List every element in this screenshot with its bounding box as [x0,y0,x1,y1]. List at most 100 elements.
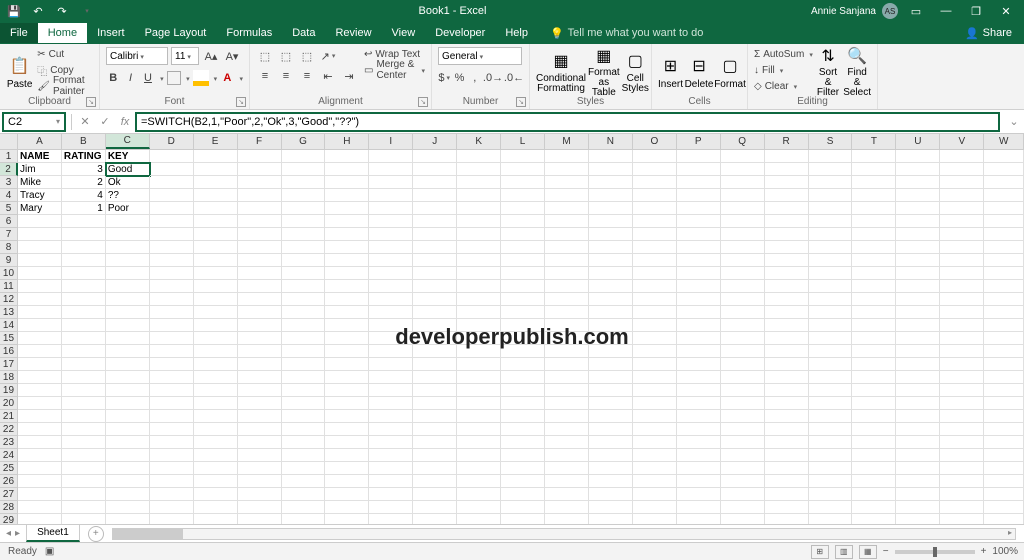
cell-F18[interactable] [238,371,282,384]
column-header-V[interactable]: V [940,134,984,149]
cell-Q3[interactable] [721,176,765,189]
cell-G17[interactable] [282,358,326,371]
increase-font-icon[interactable]: A▴ [202,47,220,65]
cell-T7[interactable] [852,228,896,241]
cell-U15[interactable] [896,332,940,345]
decrease-indent-icon[interactable]: ⇤ [319,67,337,85]
cell-R5[interactable] [765,202,809,215]
cell-I8[interactable] [369,241,413,254]
cell-M7[interactable] [545,228,589,241]
cell-E26[interactable] [194,475,238,488]
row-header-9[interactable]: 9 [0,254,18,267]
cell-L26[interactable] [501,475,545,488]
cell-W9[interactable] [984,254,1024,267]
cell-S8[interactable] [809,241,853,254]
cell-H29[interactable] [325,514,369,524]
cell-G25[interactable] [282,462,326,475]
cell-B14[interactable] [62,319,106,332]
cell-V28[interactable] [940,501,984,514]
cell-U26[interactable] [896,475,940,488]
cell-L1[interactable] [501,150,545,163]
cell-N10[interactable] [589,267,633,280]
cell-J20[interactable] [413,397,457,410]
column-header-U[interactable]: U [896,134,940,149]
tab-view[interactable]: View [382,23,426,43]
underline-dropdown-icon[interactable] [158,72,164,84]
cell-G22[interactable] [282,423,326,436]
cell-K10[interactable] [457,267,501,280]
column-header-H[interactable]: H [325,134,369,149]
bold-button[interactable]: B [106,69,120,87]
row-header-24[interactable]: 24 [0,449,18,462]
cell-G18[interactable] [282,371,326,384]
cell-A6[interactable] [18,215,62,228]
cell-R9[interactable] [765,254,809,267]
cell-W7[interactable] [984,228,1024,241]
cell-O27[interactable] [633,488,677,501]
cell-W26[interactable] [984,475,1024,488]
cell-J25[interactable] [413,462,457,475]
cell-H11[interactable] [325,280,369,293]
cell-Q25[interactable] [721,462,765,475]
cell-F13[interactable] [238,306,282,319]
cell-J7[interactable] [413,228,457,241]
cell-D22[interactable] [150,423,194,436]
cell-F14[interactable] [238,319,282,332]
cell-F23[interactable] [238,436,282,449]
cell-K29[interactable] [457,514,501,524]
ribbon-display-options-icon[interactable]: ▭ [904,1,928,21]
cell-F15[interactable] [238,332,282,345]
cell-G27[interactable] [282,488,326,501]
cell-S23[interactable] [809,436,853,449]
column-header-O[interactable]: O [633,134,677,149]
align-right-icon[interactable]: ≡ [298,67,316,85]
cell-K4[interactable] [457,189,501,202]
cell-G20[interactable] [282,397,326,410]
cell-Q10[interactable] [721,267,765,280]
row-header-3[interactable]: 3 [0,176,18,189]
cell-V29[interactable] [940,514,984,524]
cell-J8[interactable] [413,241,457,254]
row-header-10[interactable]: 10 [0,267,18,280]
cell-I25[interactable] [369,462,413,475]
cell-O22[interactable] [633,423,677,436]
cell-S10[interactable] [809,267,853,280]
cell-E4[interactable] [194,189,238,202]
cell-R18[interactable] [765,371,809,384]
cell-U7[interactable] [896,228,940,241]
row-header-12[interactable]: 12 [0,293,18,306]
cell-I15[interactable] [369,332,413,345]
cell-N8[interactable] [589,241,633,254]
borders-dropdown-icon[interactable] [184,72,190,84]
cell-V7[interactable] [940,228,984,241]
decrease-font-icon[interactable]: A▾ [223,47,241,65]
cell-P22[interactable] [677,423,721,436]
cell-U10[interactable] [896,267,940,280]
cell-S27[interactable] [809,488,853,501]
cell-R4[interactable] [765,189,809,202]
tab-home[interactable]: Home [38,23,87,43]
cell-H23[interactable] [325,436,369,449]
cell-D11[interactable] [150,280,194,293]
horizontal-scroll-thumb[interactable] [113,529,183,539]
font-name-combo[interactable]: Calibri [106,47,168,65]
cell-K27[interactable] [457,488,501,501]
zoom-level[interactable]: 100% [992,546,1018,557]
cell-C14[interactable] [106,319,150,332]
qat-customize-icon[interactable] [78,3,94,19]
cell-L16[interactable] [501,345,545,358]
cell-H3[interactable] [325,176,369,189]
cell-M5[interactable] [545,202,589,215]
row-header-6[interactable]: 6 [0,215,18,228]
align-center-icon[interactable]: ≡ [277,67,295,85]
horizontal-scrollbar[interactable]: ◂ ▸ [112,528,1016,540]
column-header-B[interactable]: B [62,134,106,149]
cell-V11[interactable] [940,280,984,293]
cell-T4[interactable] [852,189,896,202]
tab-help[interactable]: Help [495,23,538,43]
cell-N13[interactable] [589,306,633,319]
new-sheet-button[interactable]: + [88,526,104,542]
cell-H4[interactable] [325,189,369,202]
cell-L24[interactable] [501,449,545,462]
cell-P5[interactable] [677,202,721,215]
